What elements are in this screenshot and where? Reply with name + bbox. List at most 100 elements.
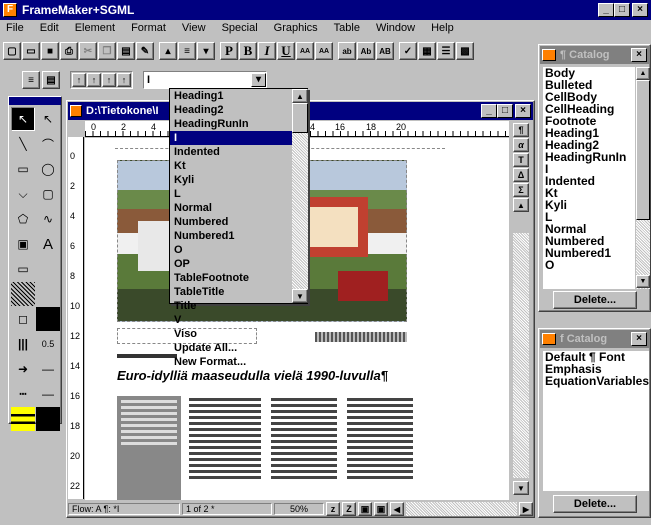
scroll-right-icon[interactable]: ▶ (519, 502, 533, 516)
popup-scrollbar[interactable]: ▲ ▼ (292, 89, 308, 303)
popup-item[interactable]: Kyli (170, 173, 292, 187)
rounded-rect-icon[interactable]: ▢ (36, 182, 60, 206)
menu-special[interactable]: Special (222, 22, 258, 38)
layout-icon[interactable]: ☰ (437, 42, 455, 60)
save-icon[interactable]: ■ (41, 42, 59, 60)
paragraph-tag-select[interactable]: I ▾ (143, 71, 267, 89)
popup-item[interactable]: Update All... (170, 341, 292, 355)
cut-icon[interactable]: ✂ (79, 42, 97, 60)
arc-icon[interactable]: ⌒ (36, 132, 60, 156)
character-catalog-close-icon[interactable]: × (631, 332, 647, 346)
scroll-down-icon[interactable]: ▼ (513, 481, 529, 495)
popup-item[interactable]: Numbered (170, 215, 292, 229)
vertical-scrollbar[interactable] (513, 233, 529, 478)
open-icon[interactable]: ▭ (22, 42, 40, 60)
popup-scroll-thumb[interactable] (292, 103, 308, 133)
menu-graphics[interactable]: Graphics (274, 22, 318, 38)
popup-scroll-up-icon[interactable]: ▲ (292, 89, 308, 103)
popup-item[interactable]: Indented (170, 145, 292, 159)
page-status[interactable]: 1 of 2 * (182, 503, 272, 515)
Ab-icon[interactable]: Ab (357, 42, 375, 60)
color-icon[interactable] (11, 407, 35, 431)
print-icon[interactable]: ⎙ (60, 42, 78, 60)
char-catalog-item[interactable]: EquationVariables (545, 375, 649, 387)
menu-edit[interactable]: Edit (40, 22, 59, 38)
minimize-icon[interactable]: _ (598, 3, 614, 17)
chevron-down-icon[interactable]: ▾ (251, 73, 266, 87)
zoom-in-icon[interactable]: Z (342, 502, 356, 516)
sigma-icon[interactable]: Σ (513, 183, 529, 197)
scroll-up-icon[interactable]: ▲ (513, 198, 529, 212)
menu-file[interactable]: File (6, 22, 24, 38)
menu-help[interactable]: Help (431, 22, 454, 38)
paragraph-catalog-close-icon[interactable]: × (631, 48, 647, 62)
fill-swatch-icon[interactable] (36, 282, 60, 306)
popup-item[interactable]: Normal (170, 201, 292, 215)
copy-icon[interactable]: ❐ (98, 42, 116, 60)
new-icon[interactable]: ▢ (3, 42, 21, 60)
line-icon[interactable]: ╲ (11, 132, 35, 156)
maximize-icon[interactable]: □ (614, 3, 630, 17)
page-view-icon[interactable]: ▣ (358, 502, 372, 516)
popup-item[interactable]: L (170, 187, 292, 201)
freehand-icon[interactable]: ∿ (36, 207, 60, 231)
select-text-icon[interactable]: ↖ (11, 107, 35, 131)
dash-icon[interactable]: — (36, 357, 60, 381)
arrow-up-icon[interactable]: ▴ (159, 42, 177, 60)
popup-item[interactable]: TableFootnote (170, 271, 292, 285)
text-line-icon[interactable]: A (36, 232, 60, 256)
plain-text-icon[interactable]: P (220, 42, 238, 60)
line-end-icon[interactable]: ➜ (11, 357, 35, 381)
pen-swatch-icon[interactable] (36, 307, 60, 331)
math-icon[interactable]: Δ (513, 168, 529, 182)
catalog-scroll-down-icon[interactable]: ▼ (636, 275, 650, 288)
page-prev-icon[interactable]: ▣ (374, 502, 388, 516)
catalog-item[interactable]: Indented (545, 175, 635, 187)
popup-item-selected[interactable]: I (170, 131, 292, 145)
catalog-item[interactable]: HeadingRunIn (545, 151, 635, 163)
zoom-out-icon[interactable]: z (326, 502, 340, 516)
tint-icon[interactable]: — (36, 382, 60, 406)
line-weight-icon[interactable]: 0.5 (36, 332, 60, 356)
AB-icon[interactable]: AB (376, 42, 394, 60)
menu-table[interactable]: Table (334, 22, 360, 38)
paste-icon[interactable]: ▤ (117, 42, 135, 60)
rectangle-icon[interactable]: ▭ (11, 157, 35, 181)
close-icon[interactable]: × (632, 3, 648, 17)
underline-icon[interactable]: U (277, 42, 295, 60)
zoom-level[interactable]: 50% (274, 503, 324, 515)
caps-icon[interactable]: AA (296, 42, 314, 60)
bold-icon[interactable]: B (239, 42, 257, 60)
paragraph-catalog-scrollbar[interactable]: ▲ ▼ (636, 67, 650, 289)
catalog-item[interactable]: Kyli (545, 199, 635, 211)
right-tab-icon[interactable]: ↑ (102, 73, 116, 87)
popup-item[interactable]: Viso (170, 327, 292, 341)
popup-item[interactable]: O (170, 243, 292, 257)
popup-item[interactable]: New Format... (170, 355, 292, 369)
align-left-icon[interactable]: ≡ (22, 71, 40, 89)
edit-icon[interactable]: ✎ (136, 42, 154, 60)
menu-view[interactable]: View (182, 22, 206, 38)
popup-item[interactable]: Heading1 (170, 89, 292, 103)
popup-item[interactable]: TableTitle (170, 285, 292, 299)
catalog-scroll-up-icon[interactable]: ▲ (636, 67, 650, 80)
element-menu-icon[interactable]: ≡ (178, 42, 196, 60)
catalog-scroll-thumb[interactable] (636, 80, 650, 220)
polyline-icon[interactable]: ⌵ (11, 182, 35, 206)
equations-icon[interactable]: α (513, 138, 529, 152)
polygon-icon[interactable]: ⬠ (11, 207, 35, 231)
popup-scroll-down-icon[interactable]: ▼ (292, 289, 308, 303)
catalog-item[interactable]: Numbered1 (545, 247, 635, 259)
doc-close-icon[interactable]: × (515, 104, 531, 118)
spellcheck-icon[interactable]: ✓ (399, 42, 417, 60)
popup-item[interactable]: Kt (170, 159, 292, 173)
table-catalog-icon[interactable]: T (513, 153, 529, 167)
paragraph-catalog-delete-button[interactable]: Delete... (553, 291, 637, 309)
menu-element[interactable]: Element (75, 22, 115, 38)
pen-pattern-icon[interactable]: ◻ (11, 307, 35, 331)
center-tab-icon[interactable]: ↑ (87, 73, 101, 87)
popup-item[interactable]: OP (170, 257, 292, 271)
app-icon[interactable]: F (3, 3, 17, 17)
horizontal-scrollbar[interactable] (406, 502, 517, 516)
select-object-icon[interactable]: ↖ (36, 107, 60, 131)
